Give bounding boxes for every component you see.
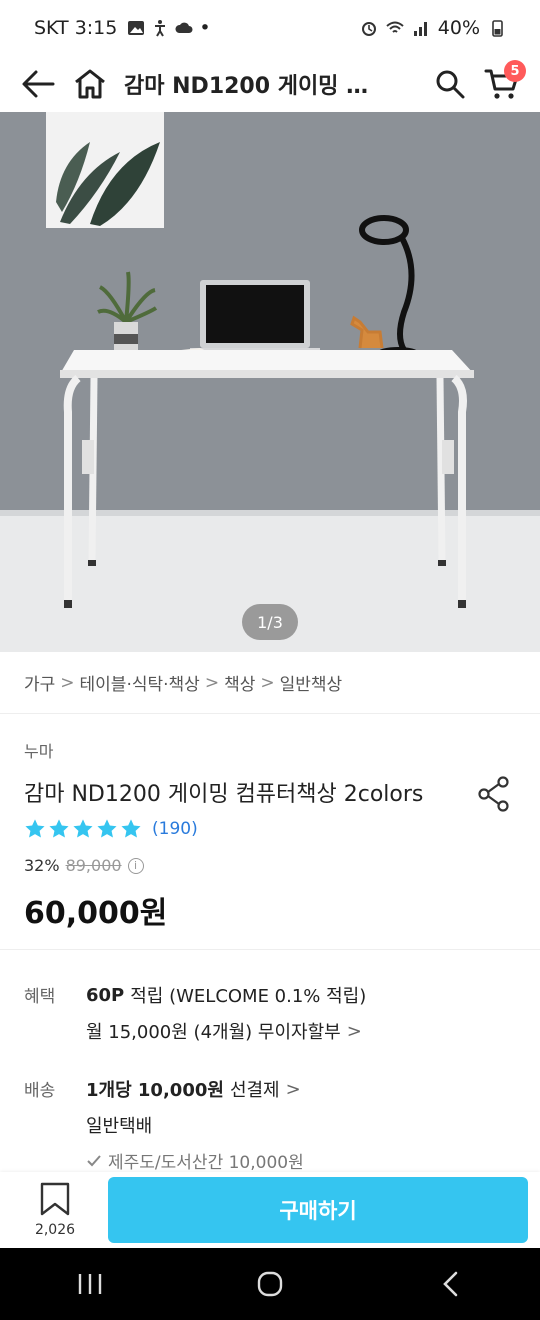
shipping-note-line: 제주도/도서산간 10,000원 [86, 1148, 304, 1172]
recents-icon [78, 1274, 102, 1294]
buy-button[interactable]: 구매하기 [108, 1177, 528, 1243]
alarm-icon [361, 22, 376, 36]
image-icon [128, 21, 145, 35]
status-dot: • [199, 17, 211, 39]
wishlist-button[interactable]: 2,026 [22, 1182, 88, 1238]
carrier-time: SKT 3:15 [34, 17, 118, 39]
bookmark-icon [40, 1182, 70, 1216]
cloud-icon [175, 22, 193, 33]
benefits-section: 혜택 60P 적립 (WELCOME 0.1% 적립) 월 15,000원 (4… [0, 950, 540, 1173]
wishlist-count: 2,026 [34, 1222, 76, 1238]
breadcrumb-separator: > [260, 672, 275, 693]
installment-line[interactable]: 월 15,000원 (4개월) 무이자할부 > [86, 1018, 362, 1044]
sale-price: 60,000원 [24, 896, 168, 931]
rating-stars [24, 818, 142, 840]
battery-text: 40% [437, 17, 480, 39]
home-icon [75, 69, 105, 99]
breadcrumb-item-desk[interactable]: 책상 [224, 670, 255, 695]
points-amount: 60P [86, 984, 125, 1006]
back-arrow-icon [22, 70, 55, 98]
home-nav-button[interactable] [240, 1254, 300, 1314]
breadcrumb-item-tables[interactable]: 테이블·식탁·책상 [80, 670, 200, 695]
star-icon [25, 819, 45, 838]
search-button[interactable] [424, 58, 476, 110]
shipping-prepaid: 선결제 [229, 1080, 280, 1101]
breadcrumb-item-furniture[interactable]: 가구 [24, 670, 55, 695]
discount-rate: 32% [24, 856, 60, 875]
status-right: 40% [360, 17, 506, 39]
info-icon[interactable]: i [127, 857, 144, 874]
rating-row[interactable]: (190) [24, 818, 198, 840]
notification-icons: • [127, 17, 211, 39]
shipping-fee-line[interactable]: 1개당 10,000원 선결제 > [86, 1076, 301, 1102]
home-circle-icon [257, 1271, 283, 1297]
breadcrumb-item-general-desk[interactable]: 일반책상 [280, 670, 343, 695]
status-bar: SKT 3:15 • 40% [0, 0, 540, 56]
cart-count-badge: 5 [504, 60, 526, 82]
review-count[interactable]: (190) [152, 819, 198, 839]
chevron-right-icon: > [285, 1078, 301, 1100]
status-left: SKT 3:15 • [34, 17, 211, 39]
back-chevron-icon [443, 1271, 458, 1297]
chevron-right-icon: > [346, 1020, 362, 1042]
benefit-label: 혜택 [24, 987, 56, 1007]
points-suffix: 적립 (WELCOME 0.1% 적립) [130, 986, 367, 1007]
home-button[interactable] [64, 58, 116, 110]
share-icon [478, 776, 509, 812]
star-icon [73, 819, 93, 838]
brand-name[interactable]: 누마 [24, 738, 53, 762]
check-icon [87, 1154, 101, 1166]
breadcrumb-separator: > [60, 672, 75, 693]
share-button[interactable] [474, 774, 514, 814]
shipping-type-line: 일반택배 [86, 1112, 152, 1138]
accessibility-icon [155, 20, 166, 37]
back-button[interactable] [12, 58, 64, 110]
shipping-type: 일반택배 [86, 1116, 153, 1137]
cart-button[interactable]: 5 [476, 58, 528, 110]
breadcrumb-separator: > [204, 672, 220, 693]
image-page-indicator: 1/3 [242, 604, 298, 640]
shipping-fee: 1개당 10,000원 [86, 1080, 224, 1101]
page-title: 감마 ND1200 게이밍 … [124, 74, 369, 99]
search-icon [436, 70, 465, 99]
wifi-icon [386, 21, 404, 33]
product-photo [0, 112, 540, 652]
battery-icon [492, 20, 503, 37]
original-price: 89,000 [65, 856, 122, 875]
recents-button[interactable] [60, 1254, 120, 1314]
star-icon [49, 819, 69, 838]
breadcrumb: 가구 > 테이블·식탁·책상 > 책상 > 일반책상 [0, 652, 540, 714]
star-icon [121, 819, 141, 838]
shipping-note: 제주도/도서산간 10,000원 [108, 1153, 304, 1172]
installment-text: 월 15,000원 (4개월) 무이자할부 [86, 1022, 341, 1043]
shipping-label: 배송 [24, 1081, 56, 1101]
top-nav: 감마 ND1200 게이밍 … 5 [0, 56, 540, 112]
star-icon [97, 819, 117, 838]
bottom-purchase-bar: 2,026 구매하기 [0, 1172, 540, 1248]
discount-row: 32% 89,000 i [24, 856, 144, 875]
system-nav-bar [0, 1248, 540, 1320]
signal-icon [413, 22, 427, 36]
product-title: 감마 ND1200 게이밍 컴퓨터책상 2colors [24, 782, 424, 807]
points-line: 60P 적립 (WELCOME 0.1% 적립) [86, 982, 366, 1008]
product-image-carousel[interactable] [0, 112, 540, 652]
product-info: 누마 감마 ND1200 게이밍 컴퓨터책상 2colors (190) 32%… [0, 714, 540, 950]
back-nav-button[interactable] [420, 1254, 480, 1314]
